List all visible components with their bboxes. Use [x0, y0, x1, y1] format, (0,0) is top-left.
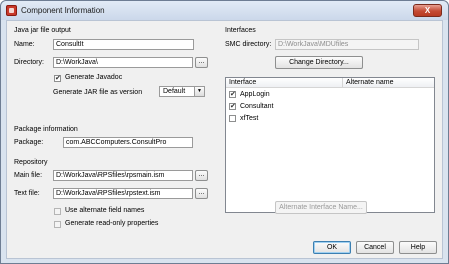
title-bar[interactable]: Component Information X	[1, 1, 448, 20]
dropdown-arrow-icon: ▼	[194, 87, 204, 96]
close-button[interactable]: X	[413, 4, 442, 17]
help-button[interactable]: Help	[399, 241, 437, 254]
list-item[interactable]: xfTest	[226, 114, 434, 125]
ok-button[interactable]: OK	[313, 241, 351, 254]
column-header-interface[interactable]: Interface	[229, 79, 256, 86]
jar-version-label: Generate JAR file as version	[53, 89, 143, 96]
dialog-client-area: Java jar file output Name: ConsultIt Dir…	[6, 20, 443, 259]
text-file-field[interactable]: D:\WorkJava\RPSfiles\rpstext.ism	[53, 188, 193, 199]
interfaces-list[interactable]: Interface Alternate name ✔ AppLogin ✔ Co…	[225, 77, 435, 213]
directory-browse-button[interactable]: ...	[195, 57, 208, 68]
directory-field[interactable]: D:\WorkJava\	[53, 57, 193, 68]
generate-javadoc-checkbox[interactable]: ✔	[54, 75, 61, 82]
alternate-interface-name-button[interactable]: Alternate Interface Name...	[275, 201, 367, 214]
text-file-browse-button[interactable]: ...	[195, 188, 208, 199]
jar-version-select[interactable]: Default ▼	[159, 86, 205, 97]
component-information-dialog: Component Information X Java jar file ou…	[0, 0, 449, 264]
java-section-label: Java jar file output	[14, 27, 71, 34]
main-file-browse-button[interactable]: ...	[195, 170, 208, 181]
package-label: Package:	[14, 139, 44, 146]
interface-checkbox[interactable]	[229, 115, 236, 122]
alt-field-names-label: Use alternate field names	[65, 207, 145, 214]
change-directory-button[interactable]: Change Directory...	[275, 56, 363, 69]
interface-name: AppLogin	[240, 91, 270, 98]
list-item[interactable]: ✔ Consultant	[226, 102, 434, 113]
interface-checkbox[interactable]: ✔	[229, 103, 236, 110]
alt-field-names-checkbox[interactable]	[54, 208, 61, 215]
repository-section-label: Repository	[14, 159, 48, 166]
main-file-label: Main file:	[14, 172, 43, 179]
name-field[interactable]: ConsultIt	[53, 39, 194, 50]
interface-checkbox[interactable]: ✔	[229, 91, 236, 98]
smc-directory-label: SMC directory:	[225, 41, 272, 48]
interfaces-list-header: Interface Alternate name	[226, 78, 434, 88]
window-title: Component Information	[21, 6, 105, 15]
main-file-field[interactable]: D:\WorkJava\RPSfiles\rpsmain.ism	[53, 170, 193, 181]
interface-name: xfTest	[240, 115, 259, 122]
column-header-alternate-name[interactable]: Alternate name	[346, 79, 393, 86]
directory-label: Directory:	[14, 59, 44, 66]
text-file-label: Text file:	[14, 190, 40, 197]
jar-version-value: Default	[163, 88, 186, 95]
package-field[interactable]: com.ABCComputers.ConsultPro	[63, 137, 193, 148]
list-item[interactable]: ✔ AppLogin	[226, 90, 434, 101]
column-separator[interactable]	[342, 78, 343, 88]
generate-javadoc-label: Generate Javadoc	[65, 74, 123, 81]
read-only-properties-checkbox[interactable]	[54, 221, 61, 228]
name-label: Name:	[14, 41, 35, 48]
interfaces-section-label: Interfaces	[225, 27, 256, 34]
smc-directory-field: D:\WorkJava\MDUfiles	[275, 39, 419, 50]
cancel-button[interactable]: Cancel	[356, 241, 394, 254]
read-only-properties-label: Generate read-only properties	[65, 220, 159, 227]
interface-name: Consultant	[240, 103, 274, 110]
package-section-label: Package information	[14, 126, 78, 133]
app-icon	[6, 5, 17, 16]
